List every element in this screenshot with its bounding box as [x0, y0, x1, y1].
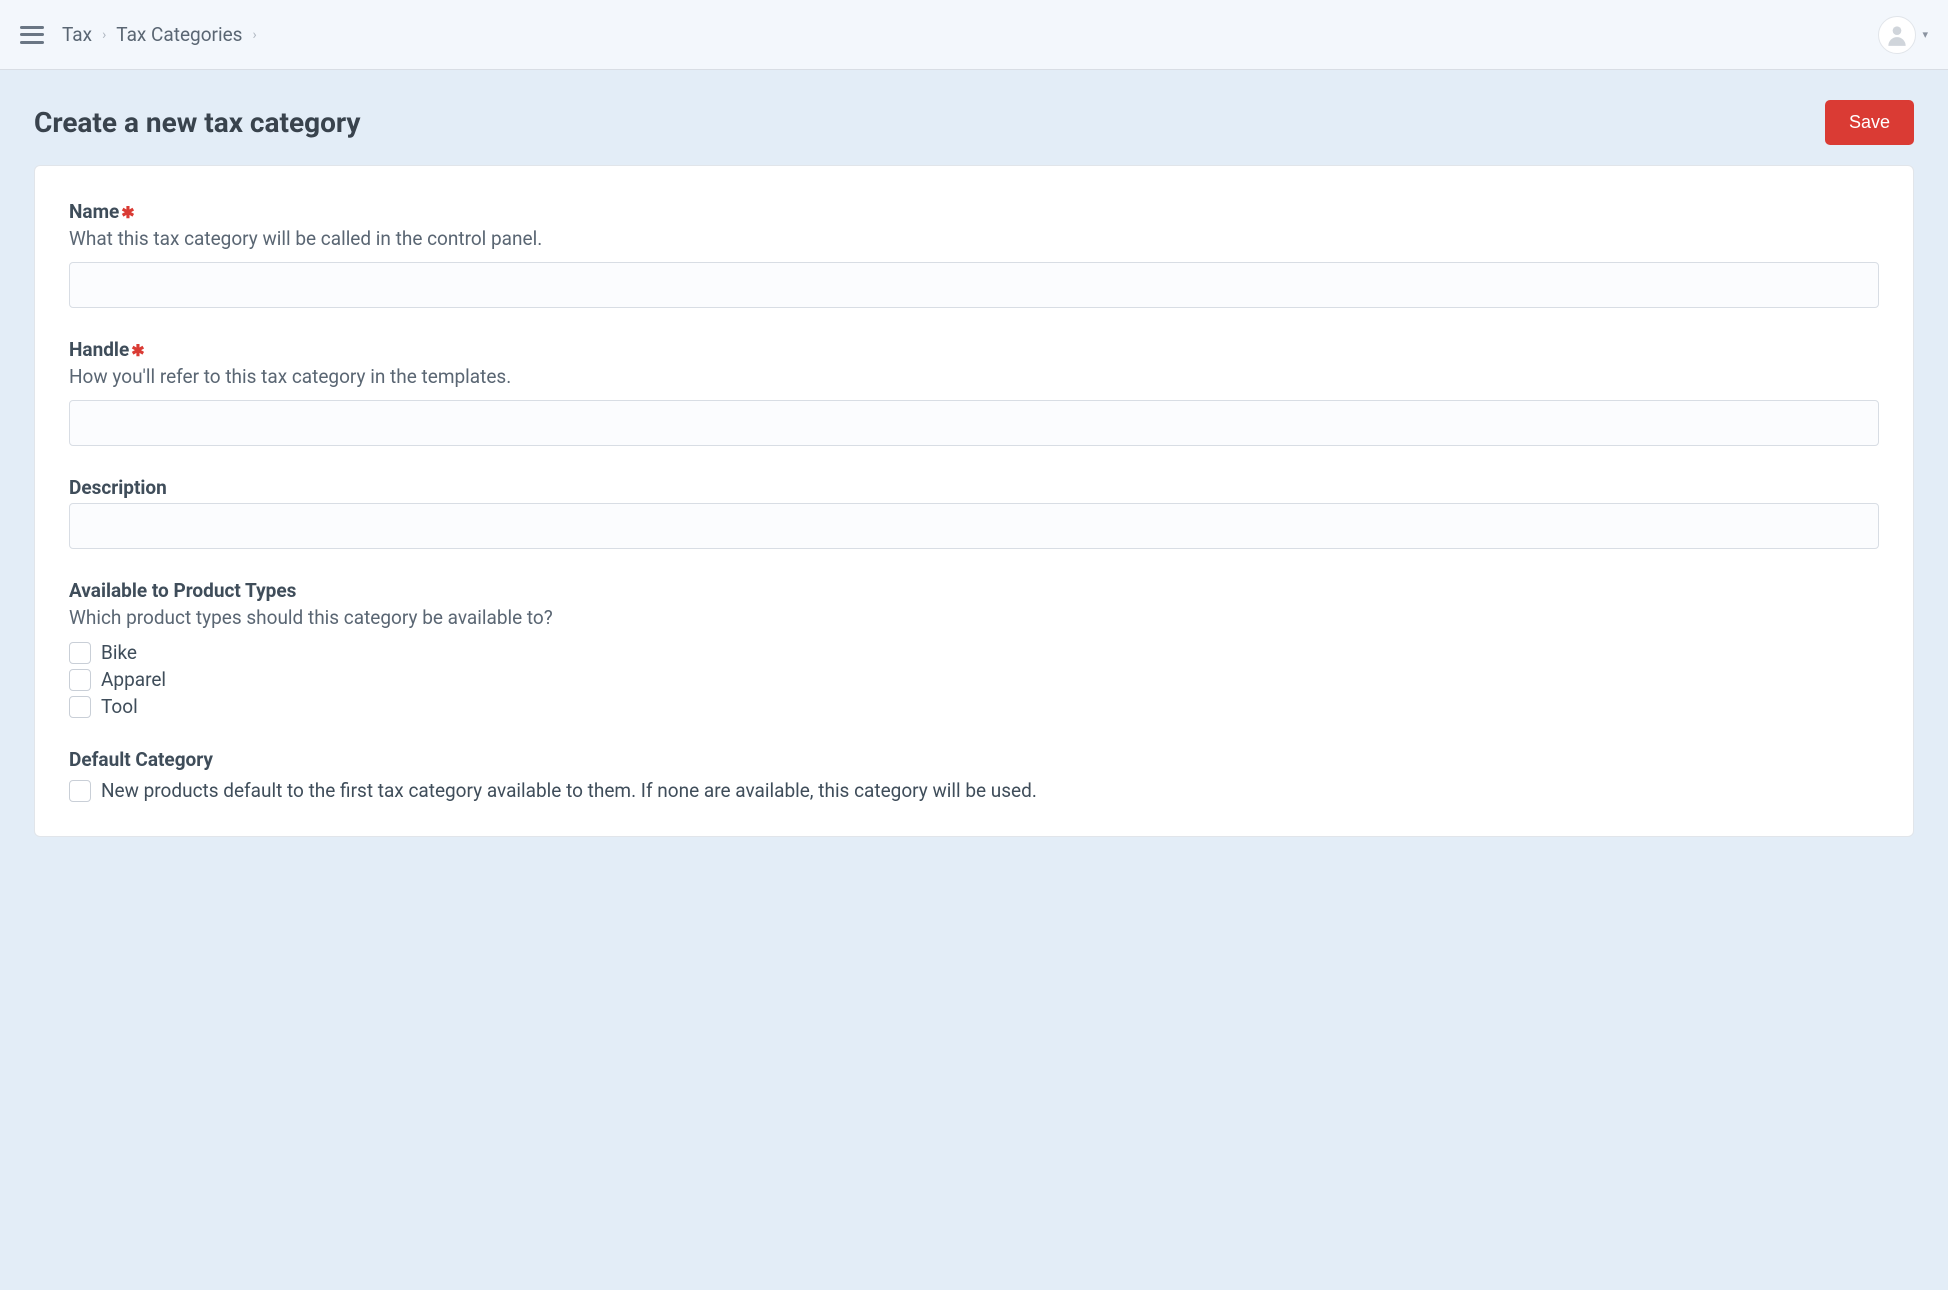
name-input[interactable] [69, 262, 1879, 308]
product-types-list: Bike Apparel Tool [69, 641, 1879, 718]
product-types-help: Which product types should this category… [69, 606, 1879, 629]
field-name: Name✱ What this tax category will be cal… [69, 200, 1879, 308]
handle-help: How you'll refer to this tax category in… [69, 365, 1879, 388]
checkbox-label[interactable]: Apparel [101, 668, 166, 691]
user-menu[interactable]: ▾ [1878, 16, 1928, 54]
form-panel: Name✱ What this tax category will be cal… [34, 165, 1914, 837]
page-title: Create a new tax category [34, 106, 360, 139]
page-header: Create a new tax category Save [0, 70, 1948, 165]
default-category-label: Default Category [69, 748, 1879, 771]
checkbox-row: Apparel [69, 668, 1879, 691]
checkbox-apparel[interactable] [69, 669, 91, 691]
topbar-left: Tax › Tax Categories › [20, 23, 257, 46]
default-category-help[interactable]: New products default to the first tax ca… [101, 779, 1037, 802]
chevron-right-icon: › [252, 27, 256, 43]
avatar [1878, 16, 1916, 54]
field-handle: Handle✱ How you'll refer to this tax cat… [69, 338, 1879, 446]
checkbox-label[interactable]: Tool [101, 695, 138, 718]
breadcrumb: Tax › Tax Categories › [62, 23, 257, 46]
handle-label: Handle✱ [69, 338, 1879, 361]
field-default-category: Default Category New products default to… [69, 748, 1879, 802]
user-icon [1884, 22, 1910, 48]
save-button[interactable]: Save [1825, 100, 1914, 145]
checkbox-row: Tool [69, 695, 1879, 718]
chevron-right-icon: › [102, 27, 106, 43]
field-description: Description [69, 476, 1879, 549]
checkbox-bike[interactable] [69, 642, 91, 664]
field-product-types: Available to Product Types Which product… [69, 579, 1879, 718]
handle-input[interactable] [69, 400, 1879, 446]
checkbox-label[interactable]: Bike [101, 641, 137, 664]
breadcrumb-item-tax-categories[interactable]: Tax Categories [116, 23, 242, 46]
checkbox-default-category[interactable] [69, 780, 91, 802]
required-icon: ✱ [131, 341, 144, 360]
name-help: What this tax category will be called in… [69, 227, 1879, 250]
description-label: Description [69, 476, 1879, 499]
topbar: Tax › Tax Categories › ▾ [0, 0, 1948, 70]
checkbox-row: Bike [69, 641, 1879, 664]
checkbox-row: New products default to the first tax ca… [69, 779, 1879, 802]
product-types-label: Available to Product Types [69, 579, 1879, 602]
chevron-down-icon: ▾ [1922, 28, 1928, 41]
breadcrumb-item-tax[interactable]: Tax [62, 23, 92, 46]
name-label: Name✱ [69, 200, 1879, 223]
required-icon: ✱ [121, 203, 134, 222]
description-input[interactable] [69, 503, 1879, 549]
checkbox-tool[interactable] [69, 696, 91, 718]
menu-icon[interactable] [20, 26, 44, 44]
